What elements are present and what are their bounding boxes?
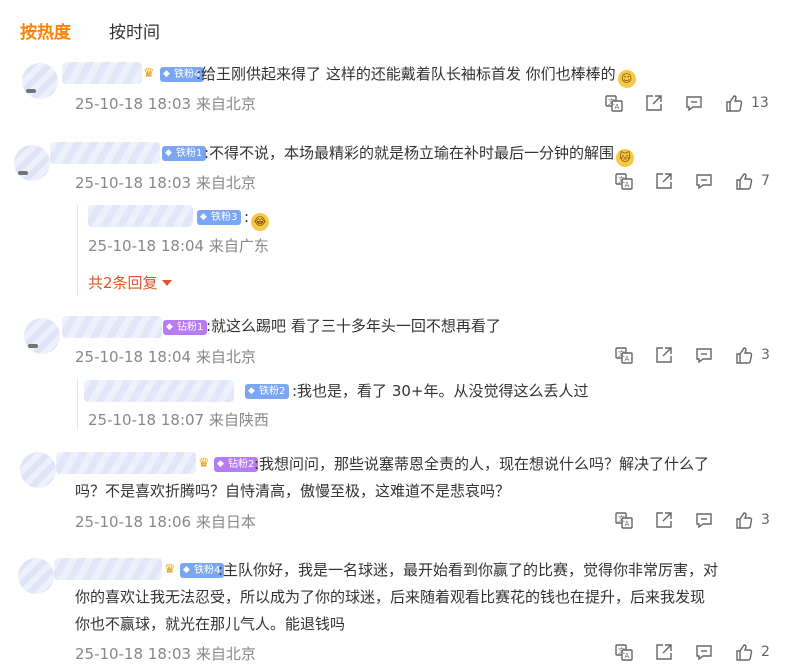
comment-actions: 文A 13: [605, 92, 769, 114]
username-blurred[interactable]: [88, 205, 193, 227]
comment-text: :主队你好，我是一名球迷，最开始看到你赢了的比赛，觉得你非常厉害，对: [218, 561, 719, 579]
reply-text: : 😂: [244, 204, 270, 231]
comment-text: :给王刚供起来得了 这样的还能戴着队长袖标首发 你们也棒棒的 ☺: [196, 61, 636, 88]
comment-meta: 25-10-18 18:03 来自北京: [75, 645, 256, 663]
svg-text:A: A: [625, 520, 630, 528]
comment-actions: 文A 3: [615, 509, 770, 531]
like-count: 7: [761, 173, 770, 189]
svg-text:A: A: [625, 181, 630, 189]
username-blurred[interactable]: [62, 316, 162, 338]
comment-icon[interactable]: [695, 643, 713, 661]
thumbs-up-icon: [735, 511, 753, 529]
avatar[interactable]: [20, 452, 56, 488]
translate-icon[interactable]: 文A: [605, 94, 623, 112]
fan-badge: 钻粉2: [214, 457, 259, 472]
like-button[interactable]: 13: [725, 94, 769, 112]
smile-emoji-icon: ☺: [617, 70, 636, 88]
comment-text: :我想问问，那些说塞蒂恩全责的人，现在想说什么吗？解决了什么了: [254, 455, 710, 473]
translate-icon[interactable]: 文A: [615, 511, 633, 529]
avatar[interactable]: [24, 318, 60, 354]
thumbs-up-icon: [725, 94, 743, 112]
thumbs-up-icon: [735, 643, 753, 661]
comment-actions: 文A 7: [615, 170, 770, 192]
share-icon[interactable]: [645, 94, 663, 112]
comment-text-line2: 吗？不是喜欢折腾吗？自恃清高，傲慢至极，这难道不是悲哀吗？: [75, 482, 511, 500]
comment-text-line3: 你也不赢球，就光在那儿气人。能退钱吗: [75, 615, 346, 633]
comment-meta: 25-10-18 18:06 来自日本: [75, 513, 256, 531]
reply-divider: [77, 205, 78, 295]
svg-text:A: A: [615, 103, 620, 111]
thumbs-up-icon: [735, 346, 753, 364]
sort-tabs: 按热度 按时间: [20, 18, 160, 46]
svg-text:A: A: [625, 652, 630, 660]
crown-icon: ♛: [198, 456, 210, 471]
comment-actions: 文A 3: [615, 344, 770, 366]
comment-icon[interactable]: [685, 94, 703, 112]
svg-text:A: A: [625, 355, 630, 363]
more-replies-link[interactable]: 共2条回复: [88, 272, 172, 293]
crown-icon: ♛: [164, 562, 176, 577]
translate-icon[interactable]: 文A: [615, 643, 633, 661]
like-button[interactable]: 7: [735, 172, 770, 190]
share-icon[interactable]: [655, 172, 673, 190]
reply-meta: 25-10-18 18:07 来自陕西: [88, 411, 269, 429]
fan-badge: 钻粉1: [163, 320, 208, 335]
comment-icon[interactable]: [695, 511, 713, 529]
like-count: 3: [761, 512, 770, 528]
fan-badge: 铁粉3: [197, 210, 242, 225]
caret-down-icon: [161, 280, 172, 286]
comment-text: :就这么踢吧 看了三十多年头一回不想再看了: [206, 317, 501, 335]
crown-icon: ♛: [143, 66, 155, 81]
tab-sort-by-time[interactable]: 按时间: [109, 18, 160, 46]
like-button[interactable]: 2: [735, 643, 770, 661]
laughing-emoji-icon: 😂: [251, 213, 270, 231]
comment-meta: 25-10-18 18:03 来自北京: [75, 174, 256, 192]
username-blurred[interactable]: [54, 558, 162, 580]
share-icon[interactable]: [655, 643, 673, 661]
like-count: 13: [751, 95, 769, 111]
avatar[interactable]: [22, 63, 58, 99]
like-button[interactable]: 3: [735, 346, 770, 364]
fan-badge: 铁粉1: [162, 146, 207, 161]
comment-icon[interactable]: [695, 172, 713, 190]
reply-divider: [77, 378, 78, 430]
translate-icon[interactable]: 文A: [615, 172, 633, 190]
comment-text: :不得不说，本场最精彩的就是杨立瑜在补时最后一分钟的解围 🐱: [204, 140, 635, 167]
translate-icon[interactable]: 文A: [615, 346, 633, 364]
fan-badge: 铁粉2: [245, 384, 290, 399]
like-button[interactable]: 3: [735, 511, 770, 529]
avatar[interactable]: [18, 558, 54, 594]
username-blurred[interactable]: [84, 380, 234, 402]
thumbs-up-icon: [735, 172, 753, 190]
comment-icon[interactable]: [695, 346, 713, 364]
reply-text: :我也是，看了 30+年。从没觉得这么丢人过: [292, 382, 589, 400]
tab-sort-by-hot[interactable]: 按热度: [20, 18, 71, 46]
share-icon[interactable]: [655, 511, 673, 529]
reply-meta: 25-10-18 18:04 来自广东: [88, 237, 269, 255]
avatar[interactable]: [14, 145, 50, 181]
like-count: 2: [761, 644, 770, 660]
comment-meta: 25-10-18 18:03 来自北京: [75, 95, 256, 113]
comment-actions: 文A 2: [615, 641, 770, 663]
share-icon[interactable]: [655, 346, 673, 364]
like-count: 3: [761, 347, 770, 363]
username-blurred[interactable]: [50, 142, 160, 164]
username-blurred[interactable]: [62, 62, 142, 84]
comment-text-line2: 你的喜欢让我无法忍受，所以成为了你的球迷，后来随着观看比赛花的钱也在提升，后来我…: [75, 588, 706, 606]
username-blurred[interactable]: [56, 452, 196, 474]
comment-meta: 25-10-18 18:04 来自北京: [75, 348, 256, 366]
cat-emoji-icon: 🐱: [616, 149, 635, 167]
